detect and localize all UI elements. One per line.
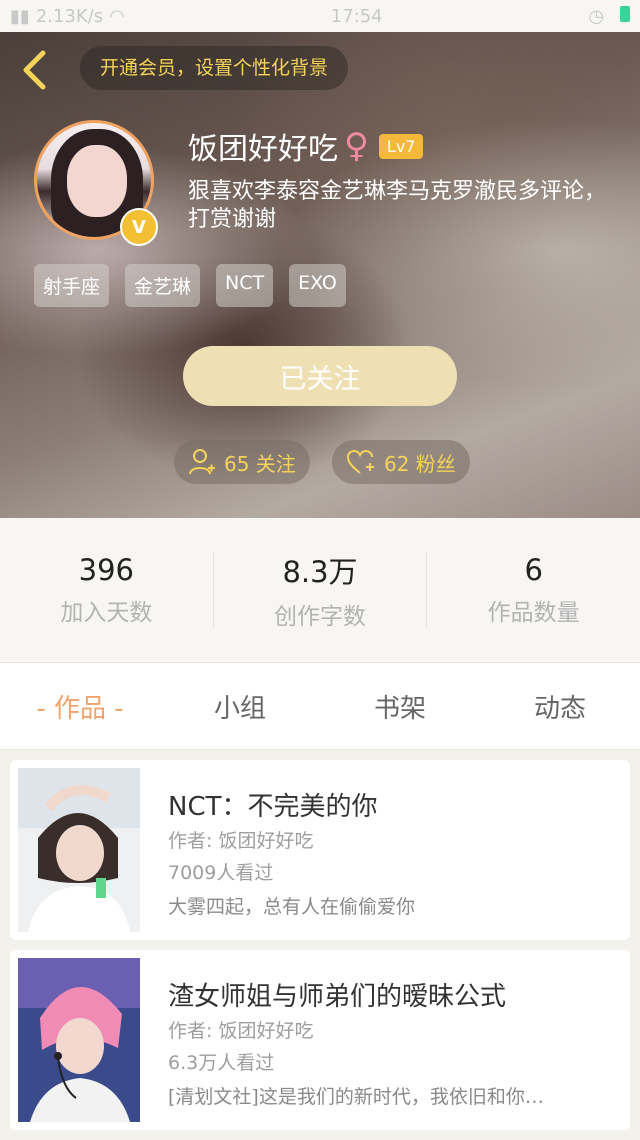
stat-label: 创作字数 <box>274 604 366 630</box>
tag-list: 射手座 金艺琳 NCT EXO <box>34 264 346 307</box>
tab-activity[interactable]: 动态 <box>480 663 640 749</box>
book-cover <box>18 768 140 932</box>
book-title: NCT：不完美的你 <box>168 792 378 822</box>
battery-icon <box>620 5 630 22</box>
stat-words: 8.3万 创作字数 <box>214 552 428 630</box>
tag[interactable]: 金艺琳 <box>125 264 201 307</box>
chevron-left-icon <box>23 50 46 90</box>
book-views: 7009人看过 <box>168 862 274 884</box>
signal-icon: ▮▮ <box>10 5 30 27</box>
stat-label: 加入天数 <box>60 600 153 626</box>
tab-groups[interactable]: 小组 <box>160 663 320 749</box>
username: 饭团好好吃 <box>188 132 338 167</box>
stat-days: 396 加入天数 <box>0 552 214 628</box>
list-item[interactable]: 渣女师姐与师弟们的暧昧公式 作者: 饭团好好吃 6.3万人看过 [清划文社]这是… <box>10 950 630 1130</box>
heart-add-icon <box>346 449 374 474</box>
stat-value: 6 <box>524 553 543 587</box>
book-title: 渣女师姐与师弟们的暧昧公式 <box>168 982 507 1012</box>
following-count: 65 关注 <box>224 451 296 476</box>
tag[interactable]: 射手座 <box>34 264 110 307</box>
book-author: 作者: 饭团好好吃 <box>168 1020 314 1042</box>
avatar-face <box>67 145 127 217</box>
profile-header: 开通会员，设置个性化背景 V 饭团好好吃 ♀ Lv7 狠喜欢李泰容金艺琳李马克罗… <box>0 32 640 518</box>
list-item[interactable]: NCT：不完美的你 作者: 饭团好好吃 7009人看过 大雾四起，总有人在偷偷爱… <box>10 760 630 940</box>
verified-badge-icon: V <box>120 208 158 246</box>
stats-row: 396 加入天数 8.3万 创作字数 6 作品数量 <box>0 518 640 662</box>
female-icon: ♀ <box>344 126 369 166</box>
stat-value: 8.3万 <box>282 555 358 589</box>
profile-tabs: - 作品 - 小组 书架 动态 <box>0 662 640 750</box>
status-right: ◷ <box>588 5 630 27</box>
tab-bookshelf[interactable]: 书架 <box>320 663 480 749</box>
book-author: 作者: 饭团好好吃 <box>168 830 314 852</box>
book-description: [清划文社]这是我们的新时代，我依旧和你… <box>168 1086 544 1108</box>
book-description: 大雾四起，总有人在偷偷爱你 <box>168 896 416 918</box>
network-speed: 2.13K/s <box>35 5 104 27</box>
username-row: 饭团好好吃 ♀ Lv7 <box>188 124 424 168</box>
following-button[interactable]: 65 关注 <box>174 440 310 484</box>
vip-background-button[interactable]: 开通会员，设置个性化背景 <box>80 46 349 90</box>
level-badge: Lv7 <box>378 133 424 159</box>
wifi-icon: ◠ <box>109 5 125 27</box>
tag[interactable]: NCT <box>216 264 274 307</box>
alarm-icon: ◷ <box>588 5 605 27</box>
status-left: ▮▮ 2.13K/s ◠ <box>10 6 125 27</box>
user-bio: 狠喜欢李泰容金艺琳李马克罗澈民多评论，打赏谢谢 <box>188 179 607 232</box>
stat-works: 6 作品数量 <box>427 552 640 628</box>
tag[interactable]: EXO <box>289 264 346 307</box>
fans-button[interactable]: 62 粉丝 <box>332 440 470 484</box>
user-add-icon <box>189 449 215 475</box>
fans-count: 62 粉丝 <box>384 451 456 476</box>
stat-value: 396 <box>78 553 135 587</box>
works-list: NCT：不完美的你 作者: 饭团好好吃 7009人看过 大雾四起，总有人在偷偷爱… <box>10 760 630 1140</box>
follow-button[interactable]: 已关注 <box>183 346 457 406</box>
status-bar: ▮▮ 2.13K/s ◠ 17:54 ◷ <box>0 0 640 32</box>
back-button[interactable] <box>16 48 52 92</box>
book-cover <box>18 958 140 1122</box>
tab-works[interactable]: - 作品 - <box>0 663 160 749</box>
book-views: 6.3万人看过 <box>168 1052 275 1074</box>
status-time: 17:54 <box>330 5 383 27</box>
stat-label: 作品数量 <box>487 600 580 626</box>
